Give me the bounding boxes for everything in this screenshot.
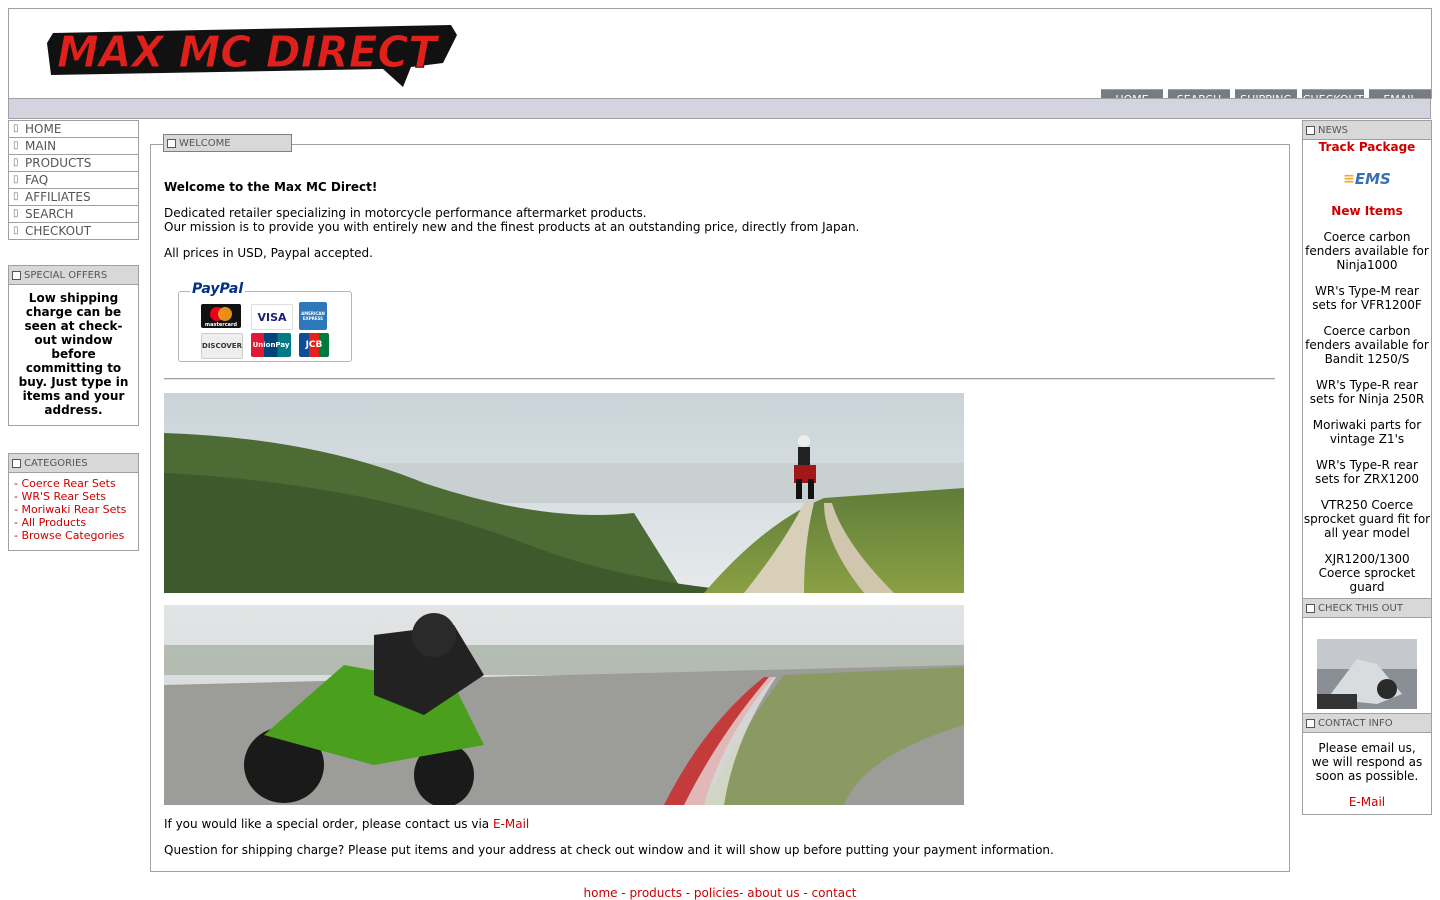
news-item[interactable]: WR's Type-R rear sets for ZRX1200 xyxy=(1303,458,1431,486)
paypal-logo: PayPal xyxy=(190,281,246,297)
shipping-question: Question for shipping charge? Please put… xyxy=(164,843,1054,857)
box-icon xyxy=(1306,603,1315,613)
box-icon xyxy=(1306,125,1315,135)
contact-info-box: CONTACT INFO Please email us, we will re… xyxy=(1302,713,1432,815)
welcome-tab-label: WELCOME xyxy=(179,137,231,149)
email-link[interactable]: E-Mail xyxy=(493,817,529,831)
news-body: Track Package ≡ EMS New Items Coerce carb… xyxy=(1303,140,1431,594)
sidebar-item-label: CHECKOUT xyxy=(25,224,92,238)
sidebar-item-label: FAQ xyxy=(25,173,49,187)
nav-bullet-icon: ▯ xyxy=(13,208,19,219)
logo-text: MAX MC DIRECT xyxy=(57,27,440,78)
sidebar-item-affiliates[interactable]: ▯ AFFILIATES xyxy=(8,189,139,206)
sidebar-item-home[interactable]: ▯ HOME xyxy=(8,120,139,138)
special-offers-header: SPECIAL OFFERS xyxy=(9,266,138,285)
nav-bullet-icon: ▯ xyxy=(13,191,19,202)
contact-text: Please email us, we will respond as soon… xyxy=(1311,741,1423,783)
news-item[interactable]: Coerce carbon fenders available for Ninj… xyxy=(1303,230,1431,272)
unionpay-logo: UnionPay xyxy=(251,333,291,357)
box-icon xyxy=(1306,718,1315,728)
news-item[interactable]: WR's Type-R rear sets for Ninja 250R xyxy=(1303,378,1431,406)
svg-text:mastercard: mastercard xyxy=(205,322,238,328)
footer-links: home - products - policies- about us - c… xyxy=(583,886,857,900)
divider xyxy=(164,378,1275,380)
nav-bullet-icon: ▯ xyxy=(13,140,19,151)
check-this-out-header: CHECK THIS OUT xyxy=(1303,599,1431,618)
news-list: Coerce carbon fenders available for Ninj… xyxy=(1303,230,1431,594)
sidebar-item-main[interactable]: ▯ MAIN xyxy=(8,138,139,155)
contact-info-title: CONTACT INFO xyxy=(1318,717,1393,729)
mastercard-logo: mastercard xyxy=(201,304,241,328)
amex-logo: AMERICAN EXPRESS xyxy=(299,302,327,330)
intro-line-2: Our mission is to provide you with entir… xyxy=(164,220,860,234)
site-logo[interactable]: MAX MC DIRECT xyxy=(43,15,463,87)
nav-bullet-icon: ▯ xyxy=(13,174,19,185)
jcb-logo: JCB xyxy=(299,333,329,357)
contact-email-link[interactable]: E-Mail xyxy=(1349,795,1385,809)
news-item[interactable]: Coerce carbon fenders available for Band… xyxy=(1303,324,1431,366)
visa-logo: VISA xyxy=(251,304,293,330)
contact-info-header: CONTACT INFO xyxy=(1303,714,1431,733)
categories-title: CATEGORIES xyxy=(24,457,88,469)
featured-product-image[interactable] xyxy=(1317,639,1417,709)
news-item[interactable]: VTR250 Coerce sprocket guard fit for all… xyxy=(1303,498,1431,540)
news-item[interactable]: Moriwaki parts for vintage Z1's xyxy=(1303,418,1431,446)
category-item[interactable]: - Coerce Rear Sets xyxy=(14,477,138,490)
categories-box: CATEGORIES - Coerce Rear Sets - WR'S Rear… xyxy=(8,453,139,551)
sidebar-item-products[interactable]: ▯ PRODUCTS xyxy=(8,155,139,172)
news-title: NEWS xyxy=(1318,124,1349,136)
footer-home-link[interactable]: home xyxy=(584,886,618,900)
banner-photo-offroad xyxy=(164,393,964,593)
sidebar-item-label: MAIN xyxy=(25,139,57,153)
sidebar-item-faq[interactable]: ▯ FAQ xyxy=(8,172,139,189)
category-item[interactable]: - WR'S Rear Sets xyxy=(14,490,138,503)
sidebar-item-label: PRODUCTS xyxy=(25,156,92,170)
news-item[interactable]: XJR1200/1300 Coerce sprocket guard xyxy=(1303,552,1431,594)
site-header: MAX MC DIRECT HOMESEARCHSHIPPINGCHECKOUT… xyxy=(8,8,1432,108)
special-order-text: If you would like a special order, pleas… xyxy=(164,817,493,831)
special-offers-text: Low shipping charge can be seen at check… xyxy=(18,291,129,417)
footer-policies-link[interactable]: policies xyxy=(694,886,739,900)
news-item[interactable]: WR's Type-M rear sets for VFR1200F xyxy=(1303,284,1431,312)
category-item[interactable]: - Moriwaki Rear Sets xyxy=(14,503,138,516)
track-package-link[interactable]: Track Package xyxy=(1303,140,1431,154)
sidebar-item-label: SEARCH xyxy=(25,207,74,221)
left-nav: ▯ HOME ▯ MAIN ▯ PRODUCTS ▯ FAQ ▯ AFFILIATES ▯ SEARC… xyxy=(8,120,139,240)
welcome-content: Welcome to the Max MC Direct! Dedicated … xyxy=(164,180,1274,260)
discover-logo: DISCOVER xyxy=(201,333,243,359)
special-order-line: If you would like a special order, pleas… xyxy=(164,817,529,831)
nav-bullet-icon: ▯ xyxy=(13,157,19,168)
categories-header: CATEGORIES xyxy=(9,454,138,473)
banner-photo-racetrack xyxy=(164,605,964,805)
sidebar-item-checkout[interactable]: ▯ CHECKOUT xyxy=(8,223,139,240)
news-header: NEWS xyxy=(1303,121,1431,140)
box-icon xyxy=(12,458,21,468)
footer-products-link[interactable]: products xyxy=(630,886,682,900)
news-box: NEWS Track Package ≡ EMS New Items Coerce… xyxy=(1302,120,1432,600)
header-bar xyxy=(8,98,1431,119)
sidebar-item-label: AFFILIATES xyxy=(25,190,91,204)
welcome-tab: WELCOME xyxy=(163,134,292,152)
category-item[interactable]: - Browse Categories xyxy=(14,529,138,542)
special-offers-box: SPECIAL OFFERS Low shipping charge can b… xyxy=(8,265,139,426)
box-icon xyxy=(167,138,176,148)
sidebar-item-label: HOME xyxy=(25,122,62,136)
sidebar-item-search[interactable]: ▯ SEARCH xyxy=(8,206,139,223)
category-item[interactable]: - All Products xyxy=(14,516,138,529)
special-offers-title: SPECIAL OFFERS xyxy=(24,269,108,281)
nav-bullet-icon: ▯ xyxy=(13,225,19,236)
new-items-heading: New Items xyxy=(1331,204,1403,218)
box-icon xyxy=(12,270,21,280)
nav-bullet-icon: ▯ xyxy=(13,123,19,134)
prices-line: All prices in USD, Paypal accepted. xyxy=(164,246,373,260)
welcome-heading: Welcome to the Max MC Direct! xyxy=(164,180,378,194)
category-list: - Coerce Rear Sets - WR'S Rear Sets - Mori… xyxy=(9,473,138,542)
ems-logo[interactable]: ≡ EMS xyxy=(1335,164,1399,194)
intro-line-1: Dedicated retailer specializing in motor… xyxy=(164,206,647,220)
footer-about-link[interactable]: about us xyxy=(747,886,799,900)
footer-contact-link[interactable]: contact xyxy=(812,886,857,900)
check-this-out-title: CHECK THIS OUT xyxy=(1318,602,1403,614)
check-this-out-box: CHECK THIS OUT xyxy=(1302,598,1432,714)
paypal-acceptance-box[interactable]: mastercard VISA AMERICAN EXPRESS DISCOVE… xyxy=(178,291,352,362)
